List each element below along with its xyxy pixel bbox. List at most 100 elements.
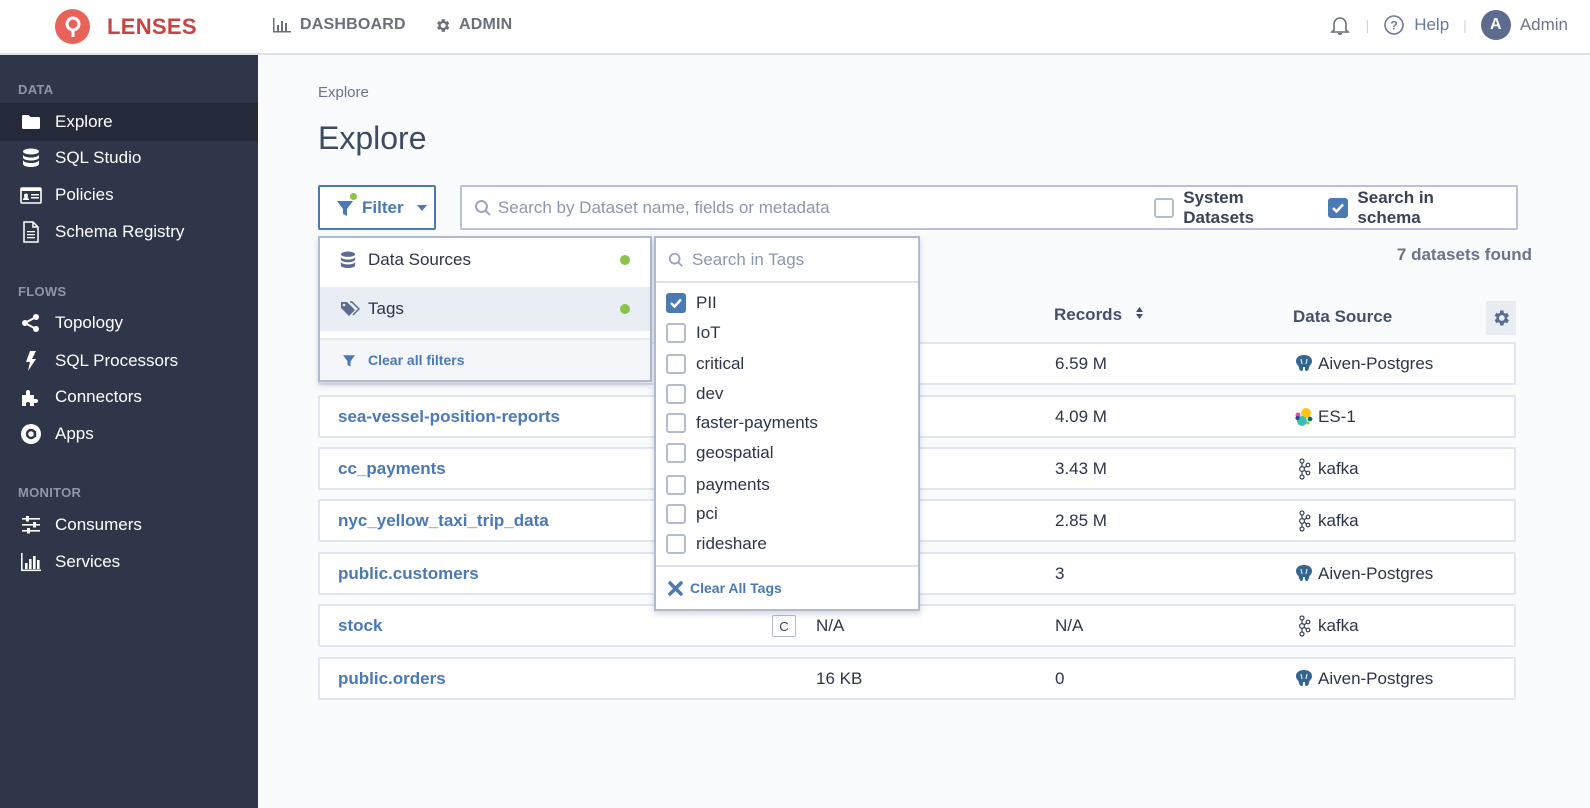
column-header-records[interactable]: Records [1054,305,1144,325]
sidebar-item-policies[interactable]: Policies [0,176,258,214]
tag-label: dev [696,384,724,403]
filter-button[interactable]: Filter [318,185,436,230]
sidebar-item-label: Connectors [55,387,142,406]
filter-menu: Data Sources Tags Clear all filters [318,236,652,382]
clear-all-filters-button[interactable]: Clear all filters [320,338,650,380]
checkbox[interactable] [666,413,686,433]
document-icon [20,221,42,243]
tag-option[interactable]: rideshare [666,531,767,557]
bell-icon[interactable] [1328,13,1352,37]
dataset-name-link[interactable]: stock [338,616,382,636]
filter-option-label: Tags [368,299,404,318]
sidebar-item-apps[interactable]: Apps [0,415,258,453]
tag-label: pci [696,504,718,523]
bar-chart-icon [273,18,291,33]
dataset-records: 3 [1055,564,1065,583]
user-menu[interactable]: A Admin [1480,10,1568,40]
search-in-schema-checkbox[interactable]: Search in schema [1328,188,1501,228]
sidebar-item-label: SQL Studio [55,148,142,167]
sidebar-item-topology[interactable]: Topology [0,304,258,342]
filter-option-data-sources[interactable]: Data Sources [320,238,650,282]
data-source-label: kafka [1318,459,1359,478]
tag-option[interactable]: payments [666,472,770,498]
search-icon [474,199,491,216]
checkbox[interactable] [666,504,686,524]
table-settings-button[interactable] [1486,301,1516,335]
data-source: Aiven-Postgres [1294,668,1433,690]
tags-search [656,238,918,283]
sidebar-item-services[interactable]: Services [0,543,258,581]
system-datasets-checkbox[interactable]: System Datasets [1154,188,1318,228]
nav-dashboard[interactable]: DASHBOARD [272,16,406,34]
sidebar-item-consumers[interactable]: Consumers [0,506,258,544]
elasticsearch-icon [1294,406,1314,428]
sidebar-item-explore[interactable]: Explore [0,103,258,141]
sidebar-item-schema-registry[interactable]: Schema Registry [0,213,258,251]
tag-option[interactable]: faster-payments [666,410,818,436]
checkbox[interactable] [666,475,686,495]
divider: | [1365,17,1370,33]
sidebar-item-sql-processors[interactable]: SQL Processors [0,342,258,380]
top-bar: LENSES DASHBOARD ADMIN | ? Help | A Admi… [0,0,1590,55]
help-link[interactable]: ? Help [1383,14,1449,36]
dataset-name-link[interactable]: sea-vessel-position-reports [338,407,560,427]
checkbox[interactable] [666,354,686,374]
system-datasets-label: System Datasets [1183,187,1255,227]
results-count: 7 datasets found [1396,245,1532,264]
data-source: kafka [1294,458,1359,480]
kafka-icon [1294,510,1314,532]
checkbox[interactable] [1154,197,1175,218]
checkbox[interactable] [666,534,686,554]
data-source-label: ES-1 [1318,407,1356,426]
tag-option[interactable]: pci [666,501,718,527]
tag-option[interactable]: critical [666,351,744,377]
checkbox-checked[interactable] [1328,197,1349,218]
filter-icon [343,354,355,366]
checkbox[interactable] [666,443,686,463]
share-icon [20,312,42,334]
tag-option[interactable]: geospatial [666,440,774,466]
table-row[interactable]: public.orders 16 KB 0 Aiven-Postgres [318,657,1516,700]
clear-all-tags-button[interactable]: Clear All Tags [656,565,918,609]
avatar: A [1480,10,1511,40]
sidebar-item-sql-studio[interactable]: SQL Studio [0,139,258,177]
breadcrumb[interactable]: Explore [318,84,369,101]
tag-option[interactable]: dev [666,381,723,407]
tags-icon [341,301,360,316]
kafka-icon [1294,615,1314,637]
tags-search-input[interactable] [692,249,892,270]
tag-option[interactable]: IoT [666,320,721,346]
tag-label: geospatial [696,443,774,462]
dataset-records: 3.43 M [1055,459,1107,478]
top-right-controls: | ? Help | A Admin [1328,10,1568,40]
main-content: Explore Explore Filter System Datasets S… [258,55,1590,808]
folder-icon [20,111,42,133]
search-in-schema-label: Search in schema [1357,187,1434,227]
dataset-name-link[interactable]: nyc_yellow_taxi_trip_data [338,511,549,531]
sidebar-item-label: Topology [55,313,124,332]
checkbox[interactable] [666,323,686,343]
data-source: Aiven-Postgres [1294,353,1433,375]
dataset-name-link[interactable]: public.customers [338,564,479,584]
dataset-records: N/A [1055,616,1084,635]
column-header-data-source[interactable]: Data Source [1293,307,1392,327]
logo[interactable]: LENSES [55,9,197,44]
dataset-search-input[interactable] [497,197,1155,218]
data-source: kafka [1294,615,1359,637]
svg-text:?: ? [1391,19,1398,33]
checkbox[interactable] [666,384,686,404]
dataset-records: 6.59 M [1055,354,1107,373]
tag-label: critical [696,354,745,373]
dataset-name-link[interactable]: public.orders [338,669,446,689]
data-source: kafka [1294,510,1359,532]
nav-admin[interactable]: ADMIN [434,16,512,34]
sidebar-item-connectors[interactable]: Connectors [0,378,258,416]
sidebar-item-label: Policies [55,185,114,204]
tag-option[interactable]: PII [666,290,717,316]
section-data: DATA [18,82,54,97]
dataset-name-link[interactable]: cc_payments [338,459,446,479]
sidebar: DATA Explore SQL Studio Policies Schema … [0,55,258,808]
checkbox-checked[interactable] [666,293,686,313]
filter-option-tags[interactable]: Tags [320,287,650,331]
bolt-icon [20,350,42,372]
